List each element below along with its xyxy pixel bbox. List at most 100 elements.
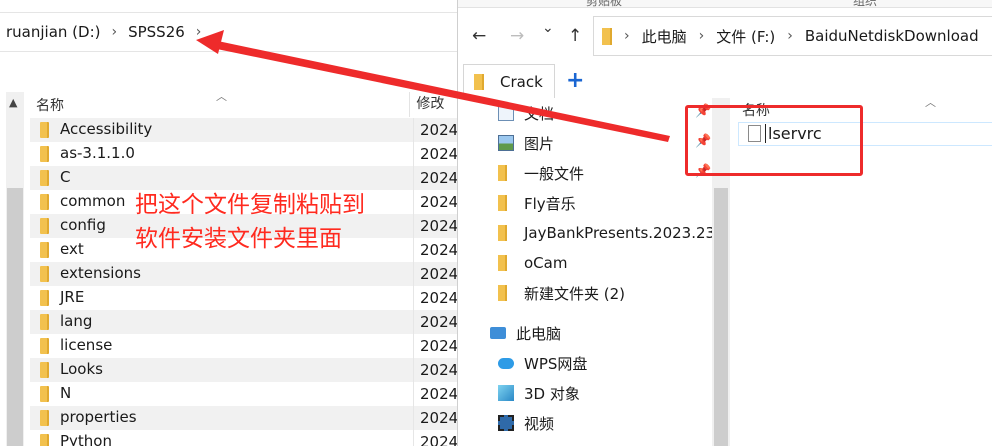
left-explorer-window: ruanjian (D:) › SPSS26 › ▲ 名称 ︿ 修改日 Acce… xyxy=(0,0,458,446)
annotation-line-1: 把这个文件复制粘贴到 xyxy=(135,192,365,218)
nav-pane-scrollbar[interactable] xyxy=(712,98,730,446)
right-address-bar[interactable]: › 此电脑 › 文件 (F:) › BaiduNetdiskDownload xyxy=(593,16,992,56)
item-name: JRE xyxy=(60,288,85,306)
nav-item-label: Fly音乐 xyxy=(524,194,576,213)
list-item[interactable]: license 2024/ xyxy=(30,334,458,358)
pin-icon[interactable]: 📌 xyxy=(695,134,711,149)
chevron-right-icon[interactable]: › xyxy=(624,28,630,44)
folder-icon xyxy=(40,410,49,426)
nav-item-fly-music[interactable]: Fly音乐 xyxy=(498,188,576,218)
breadcrumb-folder[interactable]: SPSS26 xyxy=(128,23,185,41)
video-icon xyxy=(498,415,514,431)
file-name[interactable]: lservrc xyxy=(765,124,822,143)
tab-crack[interactable]: Crack xyxy=(463,64,555,98)
list-item[interactable]: extensions 2024/ xyxy=(30,262,458,286)
left-vertical-scrollbar[interactable]: ▲ xyxy=(6,92,24,446)
breadcrumb-drive[interactable]: ruanjian (D:) xyxy=(6,23,100,41)
column-header-name[interactable]: 名称 ︿ xyxy=(30,90,409,115)
new-tab-plus-icon[interactable]: + xyxy=(566,68,584,93)
recent-dropdown-icon[interactable]: ⌄ xyxy=(542,20,554,36)
back-arrow-icon[interactable]: ← xyxy=(472,26,486,46)
ribbon-label-organize: 组织 xyxy=(853,0,878,8)
item-date: 2024/ xyxy=(413,118,458,142)
nav-item-label: 新建文件夹 (2) xyxy=(524,284,626,303)
ribbon-label-clipboard: 剪贴板 xyxy=(586,0,623,8)
item-date: 2024/ xyxy=(413,190,458,214)
pin-icon[interactable]: 📌 xyxy=(695,164,711,179)
nav-item-ocam[interactable]: oCam xyxy=(498,248,567,278)
item-name: lang xyxy=(60,312,93,330)
chevron-right-icon[interactable]: › xyxy=(196,24,202,40)
item-name: license xyxy=(60,336,113,354)
item-name: properties xyxy=(60,408,137,426)
item-date: 2024/ xyxy=(413,166,458,190)
item-name: N xyxy=(60,384,72,402)
file-row-lservrc[interactable]: lservrc xyxy=(738,122,992,146)
nav-item-videos[interactable]: 视频 xyxy=(498,408,554,438)
folder-icon xyxy=(40,386,49,402)
item-name: Looks xyxy=(60,360,103,378)
item-date: 2024/ xyxy=(413,238,458,262)
pin-icon[interactable]: 📌 xyxy=(695,104,711,119)
scrollbar-thumb[interactable] xyxy=(714,188,728,446)
item-date: 2024/ xyxy=(413,214,458,238)
column-header-name-label: 名称 xyxy=(36,97,64,114)
nav-item-3d-objects[interactable]: 3D 对象 xyxy=(498,378,580,408)
column-header-name[interactable]: 名称 xyxy=(742,100,770,120)
left-file-list: Accessibility 2024/ as-3.1.1.0 2024/ C 2024… xyxy=(30,118,458,446)
chevron-right-icon[interactable]: › xyxy=(111,24,117,40)
breadcrumb-folder[interactable]: BaiduNetdiskDownload xyxy=(805,27,979,45)
right-explorer-window: 剪贴板 组织 ← → ⌄ ↑ › 此电脑 › 文件 (F:) › BaiduNe… xyxy=(457,0,992,446)
nav-item-pictures[interactable]: 图片 xyxy=(498,128,554,158)
nav-item-this-pc[interactable]: 此电脑 xyxy=(490,318,561,348)
item-date: 2024/ xyxy=(413,262,458,286)
column-header-date[interactable]: 修改日 xyxy=(409,92,458,137)
item-date: 2024/ xyxy=(413,310,458,334)
nav-item-label: WPS网盘 xyxy=(524,354,588,373)
3d-objects-icon xyxy=(498,385,514,401)
breadcrumb-this-pc[interactable]: 此电脑 xyxy=(642,26,687,47)
nav-item-jaybank[interactable]: JayBankPresents.2023.23- xyxy=(498,218,720,248)
nav-item-wps-cloud[interactable]: WPS网盘 xyxy=(498,348,587,378)
folder-icon xyxy=(40,218,49,234)
chevron-right-icon[interactable]: › xyxy=(787,28,793,44)
item-name: extensions xyxy=(60,264,141,282)
left-address-bar[interactable]: ruanjian (D:) › SPSS26 › xyxy=(0,12,458,52)
breadcrumb-drive[interactable]: 文件 (F:) xyxy=(716,26,775,47)
nav-item-label: 文档 xyxy=(524,104,555,123)
scroll-up-icon[interactable]: ▲ xyxy=(9,96,17,109)
item-date: 2024/ xyxy=(413,286,458,310)
folder-icon xyxy=(498,255,507,271)
ribbon-strip: 剪贴板 组织 xyxy=(458,0,992,8)
sort-ascending-icon: ︿ xyxy=(216,89,227,103)
item-name: Accessibility xyxy=(60,120,153,138)
forward-arrow-icon[interactable]: → xyxy=(510,26,524,46)
folder-icon xyxy=(40,242,49,258)
nav-item-documents[interactable]: 文档 xyxy=(498,98,554,128)
folder-icon xyxy=(498,285,507,301)
folder-icon xyxy=(40,194,49,210)
list-item[interactable]: lang 2024/ xyxy=(30,310,458,334)
sort-ascending-icon: ︿ xyxy=(925,96,936,109)
list-item[interactable]: Python 2024/ xyxy=(30,430,458,446)
list-item[interactable]: C 2024/ xyxy=(30,166,458,190)
nav-item-label: 3D 对象 xyxy=(524,384,580,403)
list-item[interactable]: as-3.1.1.0 2024/ xyxy=(30,142,458,166)
up-arrow-icon[interactable]: ↑ xyxy=(568,26,582,46)
nav-item-label: 视频 xyxy=(524,414,555,433)
list-item[interactable]: Accessibility 2024/ xyxy=(30,118,458,142)
file-icon xyxy=(748,125,761,142)
scrollbar-thumb[interactable] xyxy=(7,188,23,446)
list-item[interactable]: Looks 2024/ xyxy=(30,358,458,382)
navigation-pane: 文档 图片 一般文件 Fly音乐 JayBankPresents.2023.23… xyxy=(458,98,730,446)
folder-icon xyxy=(498,195,507,211)
list-item[interactable]: N 2024/ xyxy=(30,382,458,406)
list-item[interactable]: properties 2024/ xyxy=(30,406,458,430)
list-item[interactable]: JRE 2024/ xyxy=(30,286,458,310)
nav-item-general-files[interactable]: 一般文件 xyxy=(498,158,584,188)
folder-icon xyxy=(40,266,49,282)
folder-icon xyxy=(40,314,49,330)
item-name: as-3.1.1.0 xyxy=(60,144,135,162)
nav-item-new-folder-2[interactable]: 新建文件夹 (2) xyxy=(498,278,625,308)
chevron-right-icon[interactable]: › xyxy=(699,28,705,44)
